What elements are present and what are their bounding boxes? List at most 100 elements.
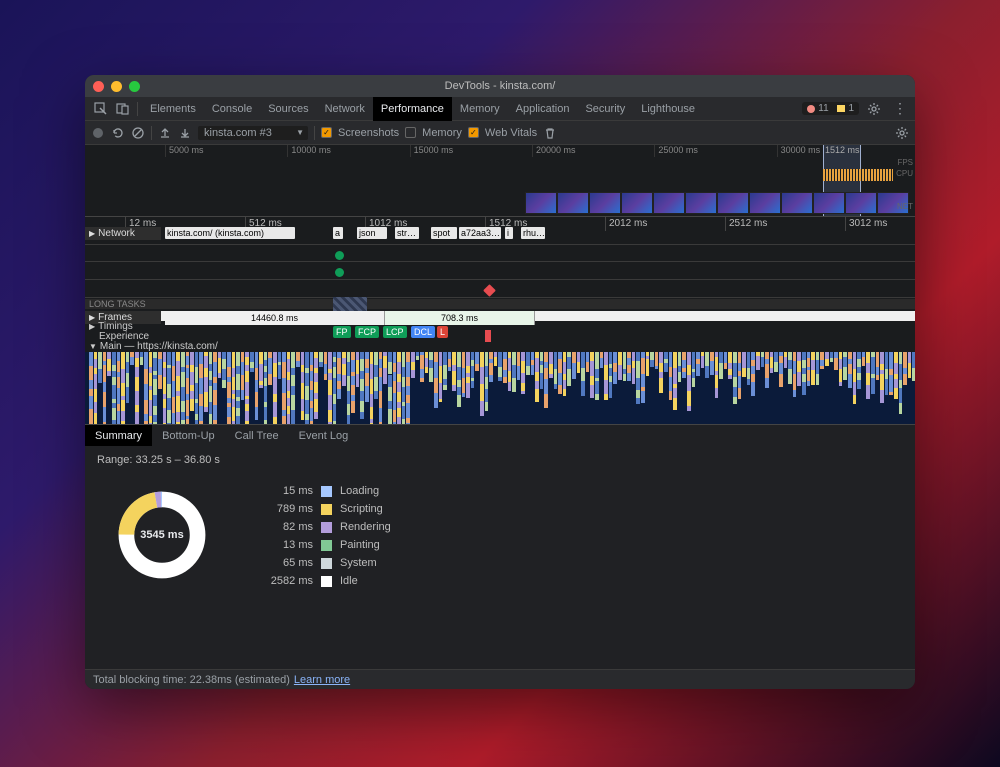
- network-request[interactable]: i: [505, 227, 513, 239]
- experience-track-label: Experience: [85, 330, 161, 343]
- experience-track[interactable]: Experience: [85, 331, 915, 341]
- separator: [314, 126, 315, 140]
- legend: 15 msLoading789 msScripting82 msRenderin…: [253, 482, 391, 590]
- tab-bottom-up[interactable]: Bottom-Up: [152, 425, 225, 446]
- tab-call-tree[interactable]: Call Tree: [225, 425, 289, 446]
- overview-tick: 5000 ms: [165, 145, 287, 157]
- inspect-icon[interactable]: [93, 102, 107, 116]
- error-badge[interactable]: 11 1: [802, 102, 859, 115]
- blocking-time-text: Total blocking time: 22.38ms (estimated): [93, 674, 290, 686]
- screenshot-thumb[interactable]: [589, 192, 621, 214]
- record-icon[interactable]: [91, 126, 105, 140]
- tab-memory[interactable]: Memory: [452, 97, 508, 121]
- screenshot-thumb[interactable]: [781, 192, 813, 214]
- detail-pane[interactable]: 12 ms 512 ms 1012 ms 1512 ms 2012 ms 251…: [85, 217, 915, 424]
- legend-row: 789 msScripting: [253, 500, 391, 518]
- screenshots-checkbox[interactable]: ✓: [321, 127, 332, 138]
- overview-tick: 10000 ms: [287, 145, 409, 157]
- screenshot-thumb[interactable]: [557, 192, 589, 214]
- status-bar: Total blocking time: 22.38ms (estimated)…: [85, 669, 915, 689]
- tab-performance[interactable]: Performance: [373, 97, 452, 121]
- overview-timeline[interactable]: 5000 ms 10000 ms 15000 ms 20000 ms 25000…: [85, 145, 915, 217]
- network-track[interactable]: ▶Network kinsta.com/ (kinsta.com) a jsonst…: [85, 227, 915, 237]
- screenshots-label: Screenshots: [338, 127, 399, 139]
- network-request[interactable]: a72aa3…: [459, 227, 501, 239]
- separator: [137, 102, 138, 116]
- summary-panel: Range: 33.25 s – 36.80 s 3545 ms 15 msLo…: [85, 446, 915, 669]
- tab-console[interactable]: Console: [204, 97, 260, 121]
- memory-label: Memory: [422, 127, 462, 139]
- network-request[interactable]: str…: [395, 227, 419, 239]
- network-request[interactable]: spot: [431, 227, 457, 239]
- warn-count: 1: [848, 103, 854, 114]
- time-ruler: 12 ms 512 ms 1012 ms 1512 ms 2012 ms 251…: [85, 217, 915, 227]
- minimize-window-icon[interactable]: [111, 81, 122, 92]
- vital-marker-green[interactable]: [335, 251, 344, 260]
- tab-network[interactable]: Network: [317, 97, 373, 121]
- screenshot-thumb[interactable]: [621, 192, 653, 214]
- close-window-icon[interactable]: [93, 81, 104, 92]
- tab-sources[interactable]: Sources: [260, 97, 316, 121]
- tab-lighthouse[interactable]: Lighthouse: [633, 97, 703, 121]
- tab-event-log[interactable]: Event Log: [289, 425, 359, 446]
- vital-marker-red[interactable]: [483, 284, 496, 297]
- network-request[interactable]: rhu…: [521, 227, 545, 239]
- webvitals-checkbox[interactable]: ✓: [468, 127, 479, 138]
- tab-elements[interactable]: Elements: [142, 97, 204, 121]
- network-request[interactable]: a: [333, 227, 343, 239]
- memory-checkbox[interactable]: [405, 127, 416, 138]
- legend-row: 13 msPainting: [253, 536, 391, 554]
- network-request[interactable]: kinsta.com/ (kinsta.com): [165, 227, 295, 239]
- frames-track[interactable]: ▶Frames 14460.8 ms708.3 ms: [85, 311, 915, 321]
- settings-gear-icon[interactable]: [895, 126, 909, 140]
- experience-marker[interactable]: [485, 330, 491, 342]
- device-toolbar-icon[interactable]: [115, 102, 129, 116]
- cpu-activity: [823, 169, 893, 181]
- overview-tick: 15000 ms: [410, 145, 532, 157]
- screenshot-thumb[interactable]: [749, 192, 781, 214]
- upload-icon[interactable]: [158, 126, 172, 140]
- filmstrip: [525, 192, 905, 214]
- flame-chart[interactable]: [85, 352, 915, 424]
- more-icon[interactable]: ⋮: [893, 102, 907, 116]
- long-tasks-label: LONG TASKS: [89, 299, 146, 309]
- legend-row: 82 msRendering: [253, 518, 391, 536]
- legend-row: 15 msLoading: [253, 482, 391, 500]
- long-task-bar[interactable]: [333, 297, 367, 311]
- tab-summary[interactable]: Summary: [85, 425, 152, 446]
- learn-more-link[interactable]: Learn more: [294, 674, 350, 686]
- donut-total: 3545 ms: [140, 529, 183, 541]
- timings-track[interactable]: ▶Timings FPFCPLCPDCLL: [85, 321, 915, 331]
- selection-label: 1512 ms: [825, 145, 860, 155]
- vital-marker-green[interactable]: [335, 268, 344, 277]
- main-track-label[interactable]: ▼Main — https://kinsta.com/: [85, 341, 915, 352]
- download-icon[interactable]: [178, 126, 192, 140]
- recording-select[interactable]: kinsta.com #3: [198, 126, 308, 140]
- screenshot-thumb[interactable]: [845, 192, 877, 214]
- summary-tabs: Summary Bottom-Up Call Tree Event Log: [85, 424, 915, 446]
- maximize-window-icon[interactable]: [129, 81, 140, 92]
- trash-icon[interactable]: [543, 126, 557, 140]
- screenshot-thumb[interactable]: [685, 192, 717, 214]
- network-track-label[interactable]: ▶Network: [85, 227, 161, 240]
- clear-icon[interactable]: [131, 126, 145, 140]
- recording-select-value: kinsta.com #3: [204, 127, 272, 139]
- webvitals-label: Web Vitals: [485, 127, 537, 139]
- tab-application[interactable]: Application: [508, 97, 578, 121]
- reload-icon[interactable]: [111, 126, 125, 140]
- panel-tabs: Elements Console Sources Network Perform…: [85, 97, 915, 121]
- gear-icon[interactable]: [867, 102, 881, 116]
- screenshot-thumb[interactable]: [813, 192, 845, 214]
- screenshot-thumb[interactable]: [717, 192, 749, 214]
- window-title: DevTools - kinsta.com/: [85, 80, 915, 92]
- tab-security[interactable]: Security: [577, 97, 633, 121]
- legend-row: 2582 msIdle: [253, 572, 391, 590]
- screenshot-thumb[interactable]: [525, 192, 557, 214]
- network-request[interactable]: json: [357, 227, 387, 239]
- donut-chart: 3545 ms: [115, 488, 209, 582]
- screenshot-thumb[interactable]: [653, 192, 685, 214]
- range-text: Range: 33.25 s – 36.80 s: [97, 454, 903, 466]
- long-tasks-track[interactable]: LONG TASKS: [85, 299, 915, 309]
- devtools-window: DevTools - kinsta.com/ Elements Console …: [85, 75, 915, 689]
- window-titlebar: DevTools - kinsta.com/: [85, 75, 915, 97]
